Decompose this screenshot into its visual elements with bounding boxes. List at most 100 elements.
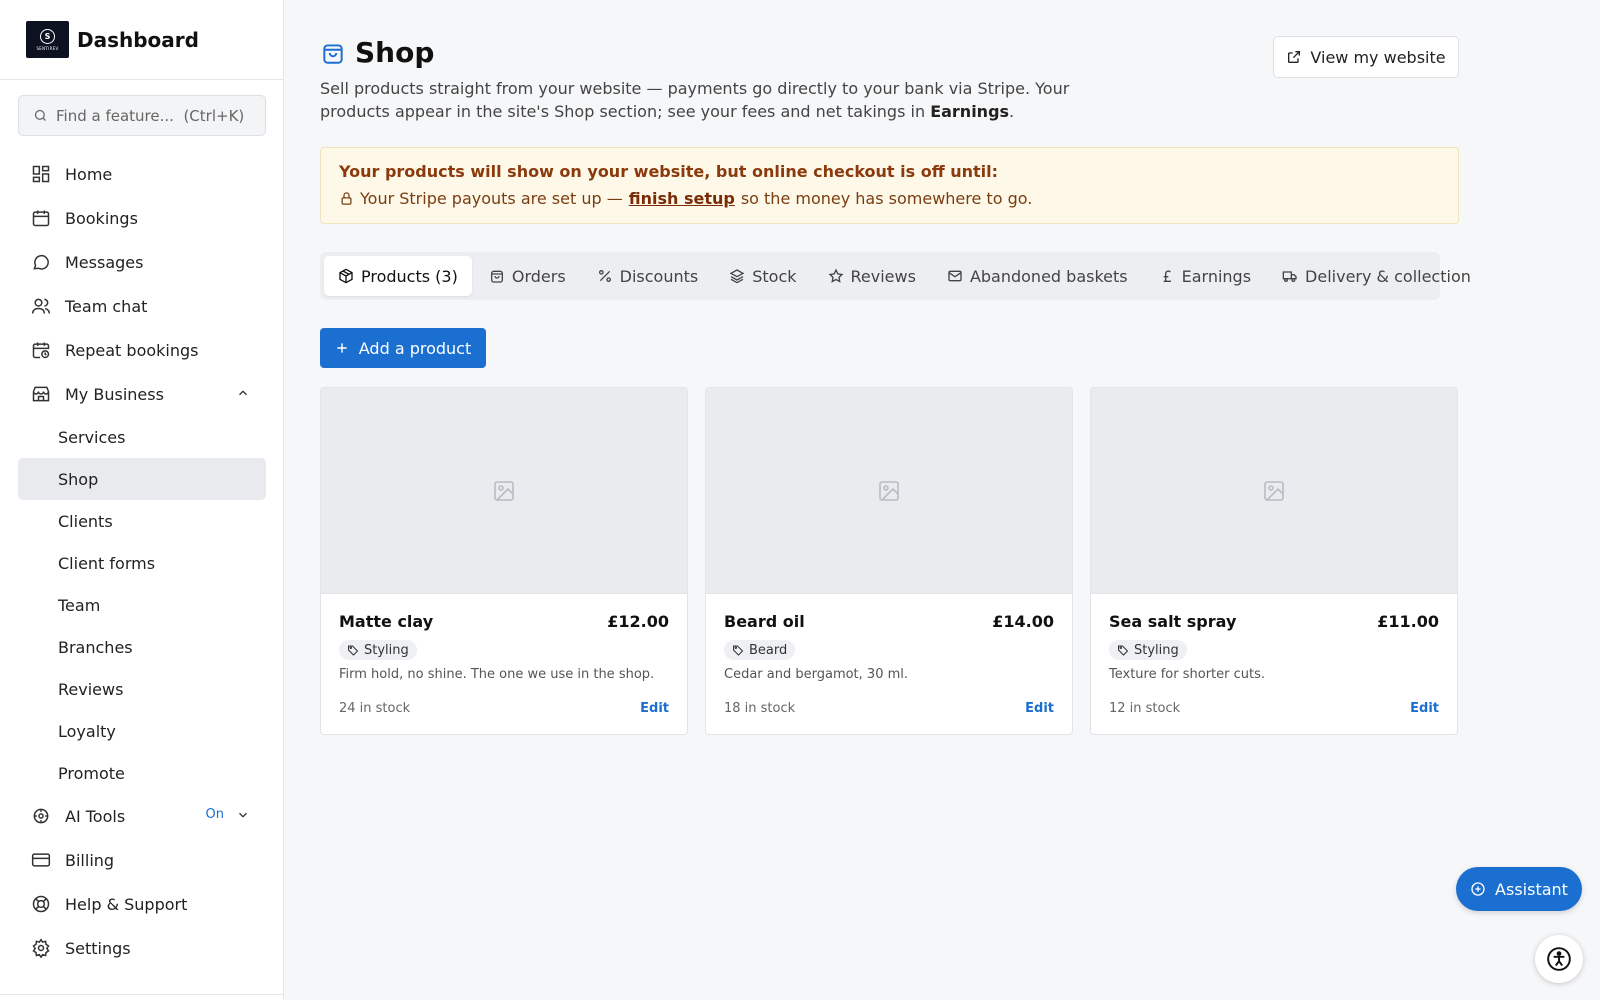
sidebar-item-billing[interactable]: Billing xyxy=(0,838,284,882)
sidebar-item-my-business[interactable]: My Business xyxy=(0,372,284,416)
tab-label: Reviews xyxy=(850,266,916,286)
product-tag: Beard xyxy=(724,640,796,660)
brand-logo[interactable]: S SENTIREV xyxy=(26,21,69,58)
product-header-row: Sea salt spray £11.00 xyxy=(1109,612,1439,631)
users-icon xyxy=(31,296,51,316)
tab-discounts[interactable]: Discounts xyxy=(583,256,713,296)
lock-icon xyxy=(339,191,354,206)
sidebar-subitem-promote[interactable]: Promote xyxy=(18,752,266,794)
page-title-text: Shop xyxy=(355,36,435,69)
image-icon xyxy=(492,479,516,503)
product-name: Beard oil xyxy=(724,612,805,631)
tab-products[interactable]: Products (3) xyxy=(324,256,472,296)
tab-delivery-collection[interactable]: Delivery & collection xyxy=(1268,256,1485,296)
tag-icon xyxy=(1117,644,1129,656)
accessibility-icon xyxy=(1546,946,1572,972)
chevron-down-icon[interactable] xyxy=(236,808,250,822)
product-description: Texture for shorter cuts. xyxy=(1109,667,1265,682)
tab-orders[interactable]: Orders xyxy=(475,256,580,296)
product-card-body: Beard oil £14.00 Beard Cedar and bergamo… xyxy=(706,594,1072,682)
pound-icon xyxy=(1159,268,1175,284)
product-price: £12.00 xyxy=(607,612,669,631)
product-header-row: Beard oil £14.00 xyxy=(724,612,1054,631)
shop-tabs: Products (3) Orders Discounts Stock Revi… xyxy=(320,252,1471,300)
sidebar-subitem-reviews[interactable]: Reviews xyxy=(18,668,266,710)
product-card[interactable]: Beard oil £14.00 Beard Cedar and bergamo… xyxy=(705,387,1073,735)
tab-label: Delivery & collection xyxy=(1305,266,1471,286)
product-tag: Styling xyxy=(1109,640,1187,660)
tab-reviews[interactable]: Reviews xyxy=(814,256,930,296)
chevron-up-icon[interactable] xyxy=(236,386,250,400)
add-product-button[interactable]: Add a product xyxy=(320,328,486,368)
assistant-button[interactable]: Assistant xyxy=(1456,867,1582,911)
edit-product-link[interactable]: Edit xyxy=(1410,701,1439,716)
sidebar-subitem-shop[interactable]: Shop xyxy=(18,458,266,500)
product-name: Matte clay xyxy=(339,612,434,631)
product-card[interactable]: Matte clay £12.00 Styling Firm hold, no … xyxy=(320,387,688,735)
search-icon xyxy=(33,108,48,123)
plus-icon xyxy=(335,341,349,355)
tag-icon xyxy=(732,644,744,656)
sidebar-item-repeat-bookings[interactable]: Repeat bookings xyxy=(0,328,284,372)
sidebar-item-home[interactable]: Home xyxy=(0,152,284,196)
earnings-emphasis: Earnings xyxy=(930,102,1010,121)
sidebar-item-team-chat[interactable]: Team chat xyxy=(0,284,284,328)
sidebar-subitem-loyalty[interactable]: Loyalty xyxy=(18,710,266,752)
edit-product-link[interactable]: Edit xyxy=(1025,701,1054,716)
ai-tools-status: On xyxy=(205,807,224,822)
product-image-placeholder xyxy=(706,388,1072,594)
search-input[interactable] xyxy=(56,106,256,125)
star-icon xyxy=(828,268,844,284)
sidebar-item-help[interactable]: Help & Support xyxy=(0,882,284,926)
tab-label: Discounts xyxy=(619,266,699,286)
product-name: Sea salt spray xyxy=(1109,612,1237,631)
tab-stock[interactable]: Stock xyxy=(715,256,810,296)
tab-abandoned-baskets[interactable]: Abandoned baskets xyxy=(933,256,1142,296)
chat-bubble-icon xyxy=(31,252,51,272)
sidebar-subitem-team[interactable]: Team xyxy=(18,584,266,626)
ai-chip-icon xyxy=(1470,881,1486,897)
tab-label: Earnings xyxy=(1181,266,1252,286)
finish-setup-link[interactable]: finish setup xyxy=(629,189,735,208)
sidebar-item-label: Home xyxy=(65,164,113,184)
sidebar-subitem-branches[interactable]: Branches xyxy=(18,626,266,668)
calendar-clock-icon xyxy=(31,340,51,360)
edit-product-link[interactable]: Edit xyxy=(640,701,669,716)
calendar-icon xyxy=(31,208,51,228)
product-image-placeholder xyxy=(1091,388,1457,594)
view-website-button[interactable]: View my website xyxy=(1273,36,1459,78)
truck-icon xyxy=(1282,268,1298,284)
package-icon xyxy=(338,268,354,284)
page-description: Sell products straight from your website… xyxy=(320,77,1080,123)
alert-line: Your Stripe payouts are set up — finish … xyxy=(339,189,1440,208)
product-footer: 24 in stock Edit xyxy=(339,701,669,716)
ai-chip-icon xyxy=(31,806,51,826)
grid-icon xyxy=(31,164,51,184)
alert-line-end: so the money has somewhere to go. xyxy=(740,189,1033,208)
sidebar-item-messages[interactable]: Messages xyxy=(0,240,284,284)
sidebar-item-label: AI Tools xyxy=(65,806,126,826)
sidebar-item-settings[interactable]: Settings xyxy=(0,926,284,970)
tab-earnings[interactable]: Earnings xyxy=(1145,256,1265,296)
page-header: Shop Sell products straight from your we… xyxy=(320,36,1080,123)
sidebar-item-label: Messages xyxy=(65,252,144,272)
sidebar-item-ai-tools[interactable]: AI Tools On xyxy=(0,794,284,838)
product-price: £14.00 xyxy=(992,612,1054,631)
product-tag-label: Styling xyxy=(364,642,409,658)
sidebar-item-label: Billing xyxy=(65,850,115,870)
sidebar-subitem-clients[interactable]: Clients xyxy=(18,500,266,542)
external-link-icon xyxy=(1286,49,1302,65)
product-image-placeholder xyxy=(321,388,687,594)
product-card[interactable]: Sea salt spray £11.00 Styling Texture fo… xyxy=(1090,387,1458,735)
sidebar-item-label: Repeat bookings xyxy=(65,340,199,360)
sidebar-item-bookings[interactable]: Bookings xyxy=(0,196,284,240)
sidebar: S SENTIREV Dashboard Home Bookings Messa… xyxy=(0,0,284,1000)
alert-line-text: Your Stripe payouts are set up — xyxy=(360,189,623,208)
sidebar-subitem-services[interactable]: Services xyxy=(18,416,266,458)
product-tag-label: Beard xyxy=(749,642,788,658)
sidebar-footer-divider xyxy=(0,994,284,1000)
sidebar-subitem-client-forms[interactable]: Client forms xyxy=(18,542,266,584)
product-stock: 12 in stock xyxy=(1109,701,1181,716)
accessibility-button[interactable] xyxy=(1535,935,1583,983)
main-content: Shop Sell products straight from your we… xyxy=(284,0,1600,1000)
